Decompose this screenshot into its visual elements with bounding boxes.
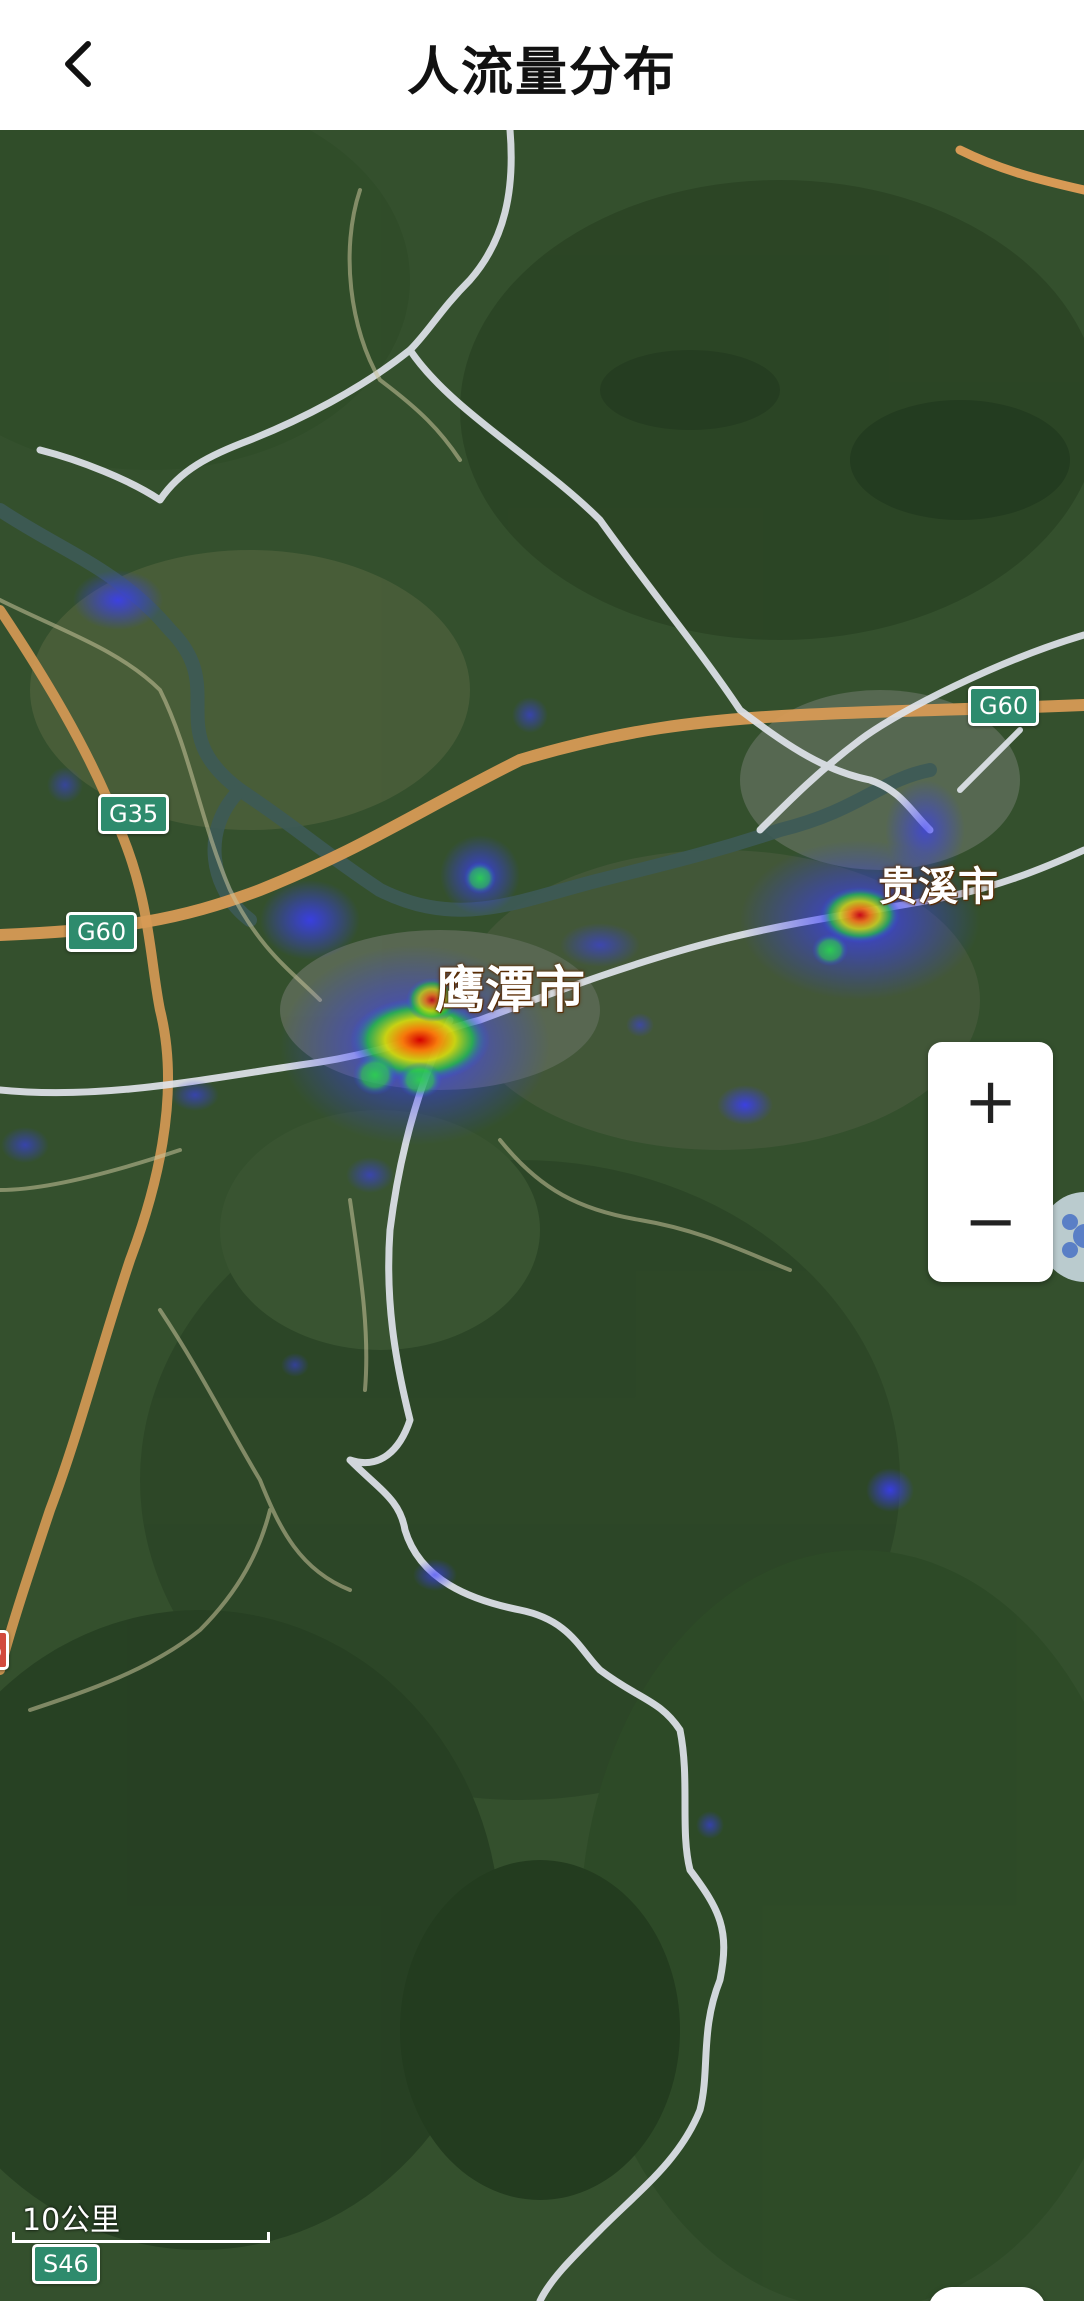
zoom-out-button[interactable]: − [928, 1162, 1053, 1282]
highway-shield-g35: G35 [98, 794, 170, 834]
highway-shield-edge: 6 [0, 1630, 10, 1670]
zoom-control: + − [928, 1042, 1053, 1282]
locate-button[interactable] [928, 2287, 1046, 2301]
highway-shield-g60-west: G60 [66, 912, 138, 952]
highway-shield-g60-east: G60 [968, 686, 1040, 726]
top-bar: 人流量分布 [0, 0, 1084, 130]
plus-icon: + [963, 1065, 1018, 1139]
city-label-yingtan[interactable]: 鹰潭市 [435, 950, 585, 1022]
minus-icon: − [963, 1185, 1018, 1259]
page-title: 人流量分布 [406, 43, 677, 103]
zoom-in-button[interactable]: + [928, 1042, 1053, 1162]
highway-shield-s46: S46 [32, 2244, 100, 2284]
satellite-basemap [0, 130, 1084, 2301]
map-scale: 10公里 [12, 2195, 270, 2245]
locate-target-icon [928, 2287, 1046, 2301]
scale-bar [12, 2232, 270, 2243]
map-view[interactable]: G60 G35 G60 6 S46 鹰潭市 贵溪市 + − 10公里 [0, 130, 1084, 2301]
city-label-guixi[interactable]: 贵溪市 [878, 854, 998, 912]
